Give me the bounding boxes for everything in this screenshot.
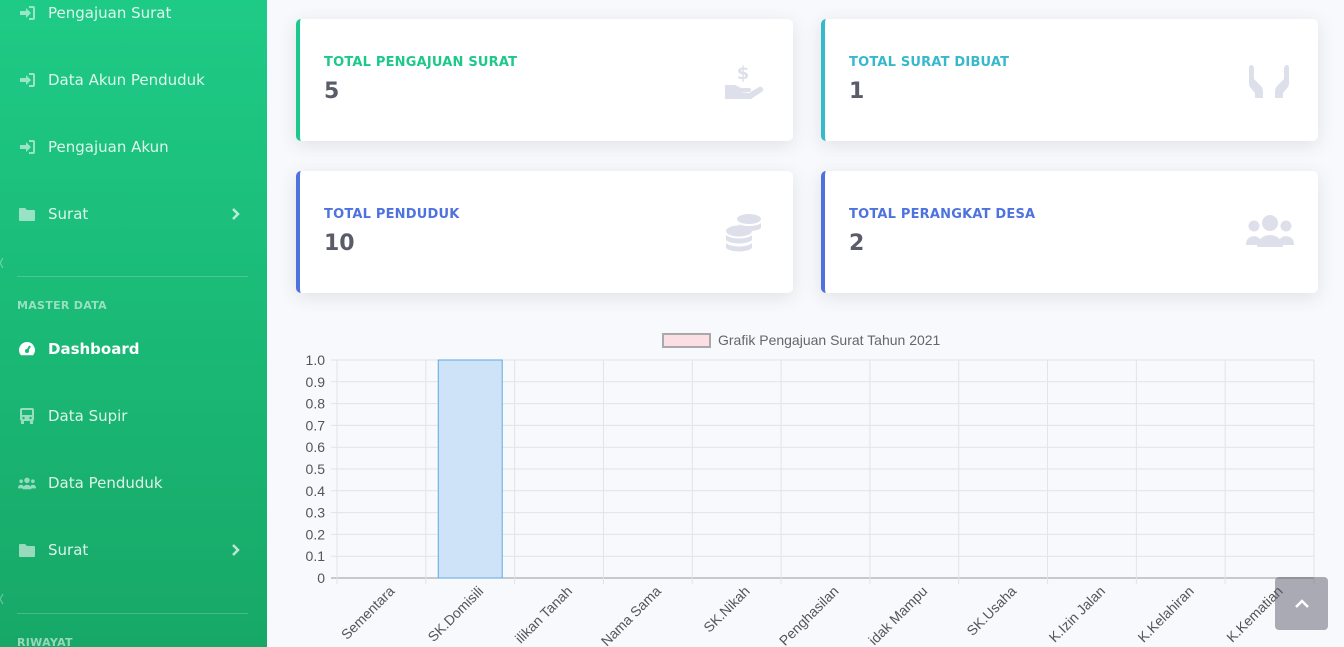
y-tick-label: 0.3 <box>306 505 326 521</box>
sidebar-item-data-akun-penduduk[interactable]: Data Akun Penduduk <box>0 60 267 100</box>
users-icon <box>18 475 36 491</box>
card-label: TOTAL SURAT DIBUAT <box>849 55 1010 70</box>
legend-label: Grafik Pengajuan Surat Tahun 2021 <box>718 332 941 348</box>
sidebar-item-label: Pengajuan Akun <box>48 138 169 156</box>
hands-icon <box>1249 65 1289 98</box>
bar <box>437 359 503 579</box>
x-tick-label: K.Kelahiran <box>1134 583 1197 646</box>
x-tick-label: ilikan Tanah <box>512 583 575 646</box>
x-tick-label: Sementara <box>338 583 398 643</box>
sign-in-icon <box>18 139 36 155</box>
sidebar-divider <box>17 276 248 277</box>
card-value: 10 <box>324 231 355 256</box>
sidebar-item-label: Surat <box>48 205 89 223</box>
y-tick-label: 0.2 <box>306 526 326 542</box>
bar-chart: 1.0 0.9 0.8 0.7 0.6 0.5 0.4 0.3 0.2 0.1 0 Sementara… <box>306 352 1315 647</box>
sidebar-item-dashboard[interactable]: Dashboard <box>0 329 267 369</box>
x-tick-label: Penghasilan <box>776 583 842 647</box>
chevron-right-icon <box>232 544 240 556</box>
collapse-marker-icon <box>0 258 4 268</box>
x-tick-label: Nama Sama <box>598 583 664 647</box>
sidebar-item-label: Pengajuan Surat <box>48 4 172 22</box>
y-tick-label: 0.8 <box>306 396 326 412</box>
y-tick-label: 0.4 <box>306 483 326 499</box>
x-tick-label: SK.Usaha <box>963 583 1019 639</box>
y-tick-label: 1.0 <box>306 352 326 368</box>
x-tick-label: K.Izin Jalan <box>1046 583 1108 645</box>
y-tick-label: 0.7 <box>306 417 326 433</box>
bus-icon <box>18 408 36 424</box>
card-total-penduduk: TOTAL PENDUDUK 10 <box>296 171 793 293</box>
sidebar-heading-master-data: MASTER DATA <box>17 299 107 312</box>
card-total-pengajuan-surat: TOTAL PENGAJUAN SURAT 5 $ <box>296 19 793 141</box>
sidebar-item-pengajuan-surat[interactable]: Pengajuan Surat <box>0 0 267 33</box>
hand-holding-usd-icon: $ <box>725 63 764 99</box>
chevron-right-icon <box>232 208 240 220</box>
sidebar-heading-riwayat: RIWAYAT <box>17 636 73 647</box>
sign-in-icon <box>18 72 36 88</box>
x-tick-label: idak Mampu <box>865 583 930 647</box>
sidebar-item-label: Data Akun Penduduk <box>48 71 205 89</box>
y-tick-label: 0.5 <box>306 461 326 477</box>
card-total-perangkat-desa: TOTAL PERANGKAT DESA 2 <box>821 171 1318 293</box>
card-total-surat-dibuat: TOTAL SURAT DIBUAT 1 <box>821 19 1318 141</box>
sidebar-item-label: Data Penduduk <box>48 474 163 492</box>
chevron-up-icon <box>1294 598 1309 608</box>
legend-swatch <box>662 332 711 348</box>
collapse-marker-icon <box>0 594 4 604</box>
y-tick-label: 0.9 <box>306 374 326 390</box>
scroll-to-top-button[interactable] <box>1275 577 1328 630</box>
chart-legend[interactable]: Grafik Pengajuan Surat Tahun 2021 <box>662 332 940 348</box>
y-tick-label: 0.6 <box>306 439 326 455</box>
card-value: 5 <box>324 79 340 104</box>
y-tick-label: 0.1 <box>306 548 326 564</box>
sign-in-icon <box>18 5 36 21</box>
sidebar: Pengajuan Surat Data Akun Penduduk Penga… <box>0 0 267 647</box>
card-value: 2 <box>849 231 865 256</box>
sidebar-item-label: Surat <box>48 541 89 559</box>
card-label: TOTAL PENGAJUAN SURAT <box>324 55 518 70</box>
y-tick-label: 0 <box>317 570 325 586</box>
svg-text:$: $ <box>737 63 750 84</box>
sidebar-item-data-supir[interactable]: Data Supir <box>0 396 267 436</box>
folder-icon <box>18 206 36 222</box>
folder-icon <box>18 542 36 558</box>
card-label: TOTAL PENDUDUK <box>324 207 460 222</box>
sidebar-item-surat[interactable]: Surat <box>0 194 267 234</box>
users-icon <box>1246 215 1294 247</box>
sidebar-item-surat-2[interactable]: Surat <box>0 530 267 570</box>
sidebar-item-label: Dashboard <box>48 340 140 358</box>
coins-icon <box>726 214 761 252</box>
sidebar-item-label: Data Supir <box>48 407 128 425</box>
x-tick-label: SK.Domisili <box>424 583 486 645</box>
sidebar-item-pengajuan-akun[interactable]: Pengajuan Akun <box>0 127 267 167</box>
tachometer-icon <box>18 341 36 357</box>
sidebar-divider <box>17 613 248 614</box>
card-value: 1 <box>849 79 865 104</box>
card-label: TOTAL PERANGKAT DESA <box>849 207 1036 222</box>
sidebar-item-data-penduduk[interactable]: Data Penduduk <box>0 463 267 503</box>
x-tick-label: SK.Nikah <box>700 583 753 636</box>
